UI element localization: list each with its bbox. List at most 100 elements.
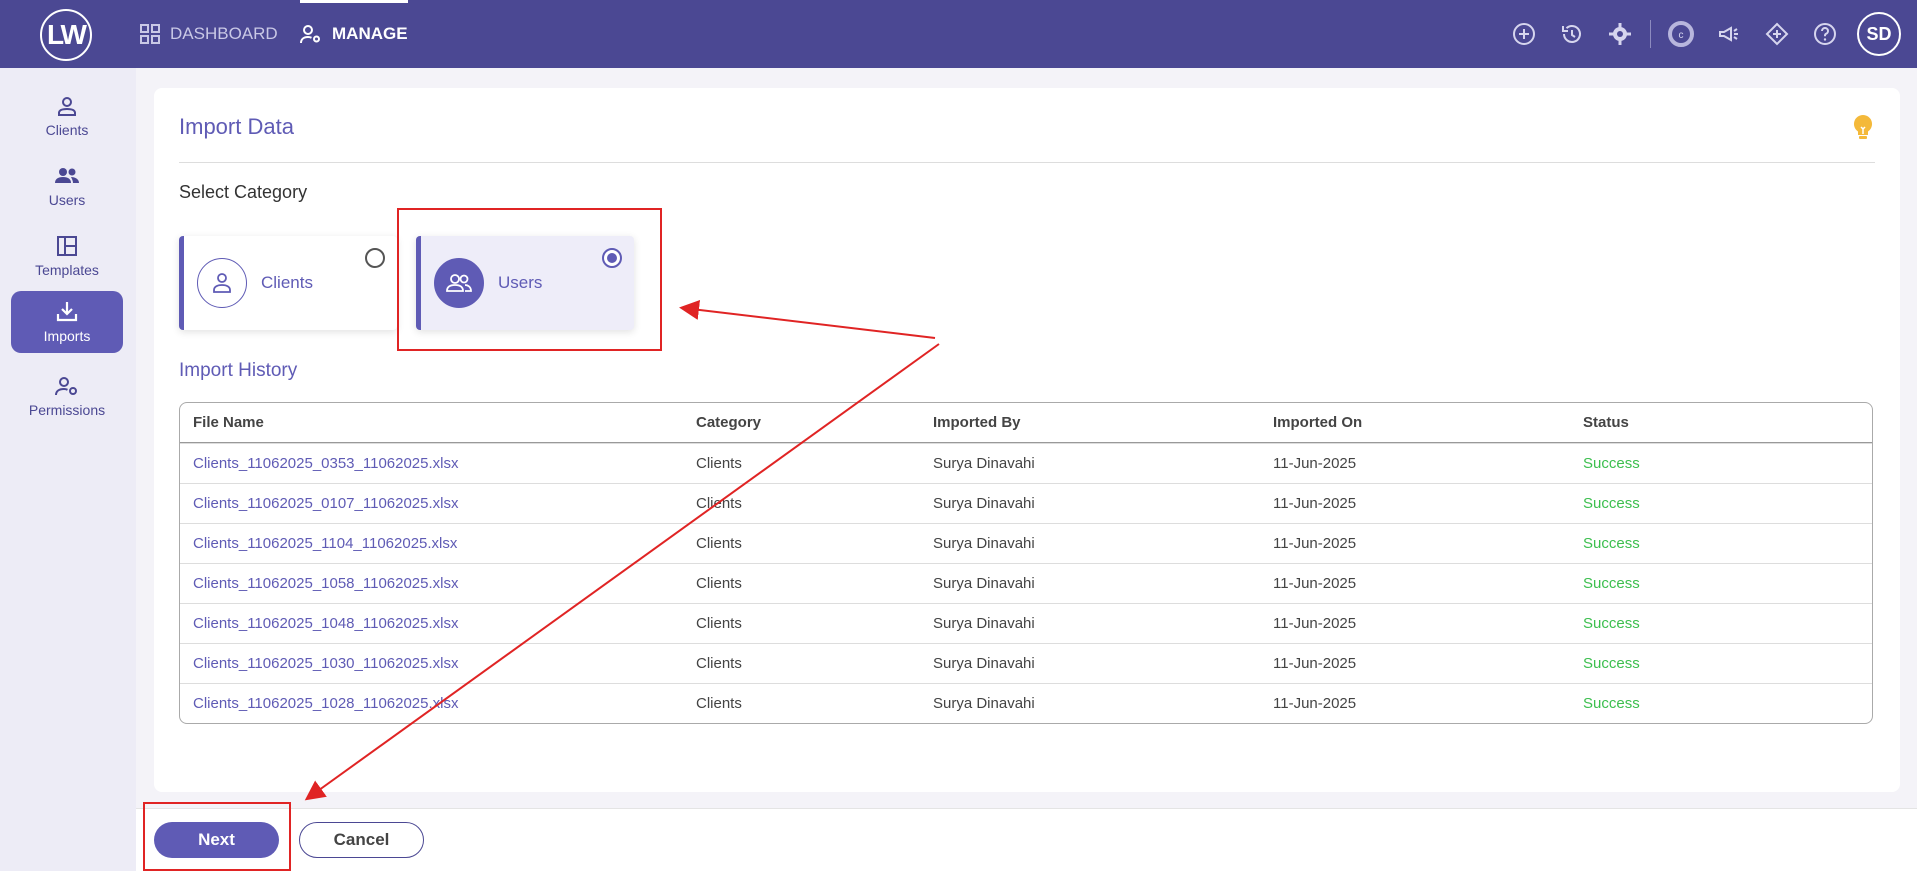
users-icon — [55, 168, 79, 183]
cell-imported-by: Surya Dinavahi — [933, 535, 1035, 552]
cell-imported-by: Surya Dinavahi — [933, 495, 1035, 512]
sidebar-item-clients[interactable]: Clients — [11, 86, 123, 148]
table-row: Clients_11062025_1030_11062025.xlsx Clien… — [180, 643, 1872, 683]
cell-imported-on: 11-Jun-2025 — [1273, 655, 1357, 672]
category-radio-clients[interactable] — [365, 248, 385, 268]
cell-imported-by: Surya Dinavahi — [933, 575, 1035, 592]
top-actions: c SD — [1500, 0, 1917, 68]
sidebar-item-users[interactable]: Users — [11, 156, 123, 218]
cell-imported-by: Surya Dinavahi — [933, 695, 1035, 712]
column-header-status[interactable]: Status — [1583, 403, 1629, 443]
title-divider — [179, 162, 1875, 163]
nav-dashboard[interactable]: DASHBOARD — [140, 0, 278, 68]
sidebar-item-label: Templates — [35, 262, 99, 278]
category-label: Clients — [261, 273, 313, 292]
cell-file-name[interactable]: Clients_11062025_1030_11062025.xlsx — [193, 644, 459, 684]
select-category-label: Select Category — [179, 182, 308, 202]
cell-category: Clients — [696, 695, 742, 712]
category-icon-circle — [197, 258, 247, 308]
add-circle-icon[interactable] — [1500, 0, 1548, 68]
person-icon — [58, 97, 76, 116]
cell-imported-on: 11-Jun-2025 — [1273, 455, 1357, 472]
cell-category: Clients — [696, 455, 742, 472]
help-icon[interactable] — [1801, 0, 1849, 68]
table-row: Clients_11062025_1104_11062025.xlsx Clien… — [180, 523, 1872, 563]
top-bar: LW DASHBOARD MANAGE c SD — [0, 0, 1917, 68]
cell-category: Clients — [696, 535, 742, 552]
cell-imported-on: 11-Jun-2025 — [1273, 495, 1357, 512]
cell-status: Success — [1583, 575, 1640, 592]
column-header-imported-on[interactable]: Imported On — [1273, 403, 1362, 443]
nav-manage-label: MANAGE — [332, 24, 408, 43]
sidebar-item-imports[interactable]: Imports — [11, 291, 123, 353]
cell-category: Clients — [696, 495, 742, 512]
cell-status: Success — [1583, 655, 1640, 672]
sidebar-item-label: Clients — [45, 122, 89, 138]
import-history-table: File Name Category Imported By Imported … — [179, 402, 1873, 724]
table-row: Clients_11062025_1058_11062025.xlsx Clien… — [180, 563, 1872, 603]
settings-icon[interactable] — [1596, 0, 1644, 68]
table-body: Clients_11062025_0353_11062025.xlsx Clien… — [180, 443, 1872, 723]
column-header-file-name[interactable]: File Name — [193, 403, 264, 443]
person-icon — [213, 273, 231, 293]
user-gear-icon — [55, 377, 77, 396]
cell-status: Success — [1583, 695, 1640, 712]
import-icon — [56, 302, 78, 322]
cell-file-name[interactable]: Clients_11062025_0353_11062025.xlsx — [193, 444, 459, 484]
cell-file-name[interactable]: Clients_11062025_1028_11062025.xlsx — [193, 684, 459, 723]
app-logo[interactable]: LW — [40, 9, 92, 61]
nav-dashboard-label: DASHBOARD — [170, 24, 278, 43]
user-gear-icon — [300, 25, 320, 44]
puzzle-icon[interactable] — [1753, 0, 1801, 68]
cell-imported-by: Surya Dinavahi — [933, 615, 1035, 632]
active-nav-indicator — [300, 0, 408, 3]
annotation-highlight-next — [143, 802, 291, 871]
history-icon[interactable] — [1548, 0, 1596, 68]
cell-file-name[interactable]: Clients_11062025_1104_11062025.xlsx — [193, 524, 457, 564]
cell-imported-on: 11-Jun-2025 — [1273, 535, 1357, 552]
cell-imported-on: 11-Jun-2025 — [1273, 575, 1357, 592]
sidebar: Clients Users Templates Imports Permissi… — [0, 68, 136, 871]
cell-imported-by: Surya Dinavahi — [933, 455, 1035, 472]
cancel-button[interactable]: Cancel — [299, 822, 424, 858]
svg-text:c: c — [1679, 30, 1684, 41]
column-header-category[interactable]: Category — [696, 403, 761, 443]
toolbar-divider — [1650, 20, 1651, 48]
table-row: Clients_11062025_0107_11062025.xlsx Clien… — [180, 483, 1872, 523]
table-row: Clients_11062025_1048_11062025.xlsx Clien… — [180, 603, 1872, 643]
table-row: Clients_11062025_0353_11062025.xlsx Clien… — [180, 443, 1872, 483]
user-avatar[interactable]: SD — [1857, 12, 1901, 56]
cell-file-name[interactable]: Clients_11062025_1058_11062025.xlsx — [193, 564, 459, 604]
cell-file-name[interactable]: Clients_11062025_1048_11062025.xlsx — [193, 604, 459, 644]
cell-file-name[interactable]: Clients_11062025_0107_11062025.xlsx — [193, 484, 459, 524]
c-logo-icon[interactable]: c — [1657, 0, 1705, 68]
cell-category: Clients — [696, 615, 742, 632]
annotation-highlight-users — [397, 208, 662, 351]
cell-status: Success — [1583, 455, 1640, 472]
sidebar-item-label: Permissions — [28, 402, 106, 418]
cell-status: Success — [1583, 535, 1640, 552]
cell-status: Success — [1583, 495, 1640, 512]
category-card-clients[interactable]: Clients — [179, 236, 397, 330]
cell-status: Success — [1583, 615, 1640, 632]
import-panel: Import Data Select Category Clients User… — [154, 88, 1900, 792]
column-header-imported-by[interactable]: Imported By — [933, 403, 1021, 443]
table-row: Clients_11062025_1028_11062025.xlsx Clien… — [180, 683, 1872, 723]
sidebar-item-label: Users — [48, 192, 86, 208]
nav-manage[interactable]: MANAGE — [300, 0, 408, 68]
template-icon — [57, 236, 77, 256]
grid-icon — [140, 24, 160, 44]
table-header-row: File Name Category Imported By Imported … — [180, 403, 1872, 443]
megaphone-icon[interactable] — [1705, 0, 1753, 68]
sidebar-item-label: Imports — [43, 328, 91, 344]
import-history-label: Import History — [179, 360, 298, 381]
cell-imported-on: 11-Jun-2025 — [1273, 695, 1357, 712]
cell-imported-on: 11-Jun-2025 — [1273, 615, 1357, 632]
lightbulb-icon[interactable] — [1852, 114, 1874, 145]
sidebar-item-permissions[interactable]: Permissions — [11, 366, 123, 428]
cell-category: Clients — [696, 655, 742, 672]
sidebar-item-templates[interactable]: Templates — [11, 226, 123, 288]
cell-category: Clients — [696, 575, 742, 592]
cell-imported-by: Surya Dinavahi — [933, 655, 1035, 672]
page-title: Import Data — [179, 114, 294, 139]
